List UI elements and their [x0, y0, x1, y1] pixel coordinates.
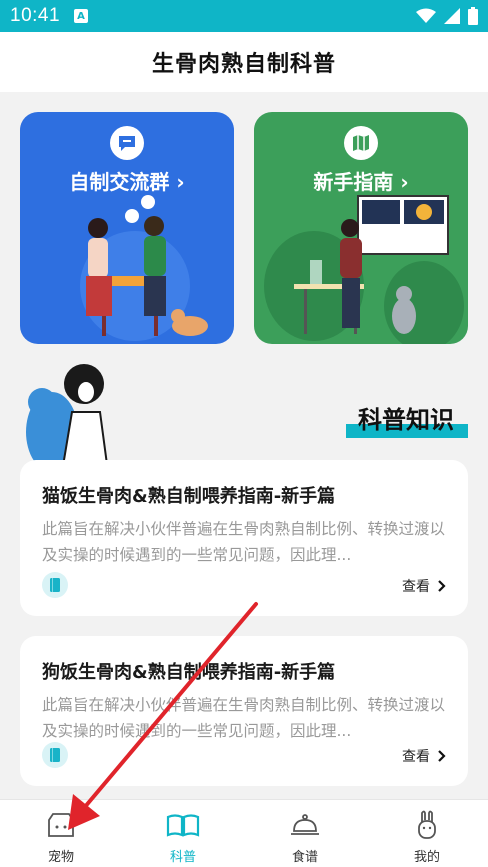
view-link[interactable]: 查看 — [402, 746, 446, 766]
pet-house-icon — [44, 810, 78, 840]
wifi-icon — [416, 8, 436, 23]
bottom-tab-bar: 宠物 科普 食谱 我的 — [0, 799, 488, 867]
page-header: 生骨肉熟自制科普 — [0, 32, 488, 92]
chevron-right-icon — [438, 580, 446, 592]
article-description: 此篇旨在解决小伙伴普遍在生骨肉熟自制比例、转换过渡以及实操的时候遇到的一些常见问… — [42, 696, 446, 740]
status-indicators — [416, 7, 478, 25]
status-time: 10:41 — [10, 5, 61, 26]
open-book-icon — [166, 810, 200, 840]
chat-bubble-icon — [110, 126, 144, 160]
book-icon — [42, 572, 68, 598]
beginner-guide-illustration — [264, 195, 464, 344]
view-label: 查看 — [402, 579, 430, 595]
group-chat-illustration — [80, 195, 208, 341]
tab-pet[interactable]: 宠物 — [0, 800, 122, 867]
notification-icon: A — [74, 9, 89, 23]
food-cloche-icon — [288, 810, 322, 840]
rabbit-profile-icon — [410, 810, 444, 840]
article-card[interactable]: 狗饭生骨肉&熟自制喂养指南-新手篇 此篇旨在解决小伙伴普遍在生骨肉熟自制比例、转… — [20, 636, 468, 786]
tab-label: 科普 — [169, 850, 196, 865]
status-bar: 10:41 A — [0, 0, 488, 32]
tab-recipe[interactable]: 食谱 — [244, 800, 366, 867]
article-title: 狗饭生骨肉&熟自制喂养指南-新手篇 — [42, 662, 336, 683]
tab-label: 我的 — [413, 850, 440, 865]
tab-label: 宠物 — [47, 850, 74, 865]
girl-with-dog-illustration — [26, 364, 123, 473]
tab-mine[interactable]: 我的 — [366, 800, 488, 867]
beginner-guide-card[interactable]: 新手指南 › — [254, 112, 468, 344]
chevron-right-icon — [438, 750, 446, 762]
section-title: 科普知识 — [358, 406, 454, 434]
article-title: 猫饭生骨肉&熟自制喂养指南-新手篇 — [42, 486, 336, 507]
view-label: 查看 — [402, 749, 430, 765]
tab-science[interactable]: 科普 — [122, 800, 244, 867]
tab-label: 食谱 — [291, 850, 318, 865]
page-title: 生骨肉熟自制科普 — [151, 52, 336, 77]
article-description: 此篇旨在解决小伙伴普遍在生骨肉熟自制比例、转换过渡以及实操的时候遇到的一些常见问… — [42, 520, 446, 564]
book-icon — [42, 742, 68, 768]
signal-icon — [444, 8, 460, 24]
article-card[interactable]: 猫饭生骨肉&熟自制喂养指南-新手篇 此篇旨在解决小伙伴普遍在生骨肉熟自制比例、转… — [20, 460, 468, 616]
view-link[interactable]: 查看 — [402, 576, 446, 596]
map-icon — [344, 126, 378, 160]
group-chat-card[interactable]: 自制交流群 › — [20, 112, 234, 344]
battery-icon — [468, 7, 478, 25]
